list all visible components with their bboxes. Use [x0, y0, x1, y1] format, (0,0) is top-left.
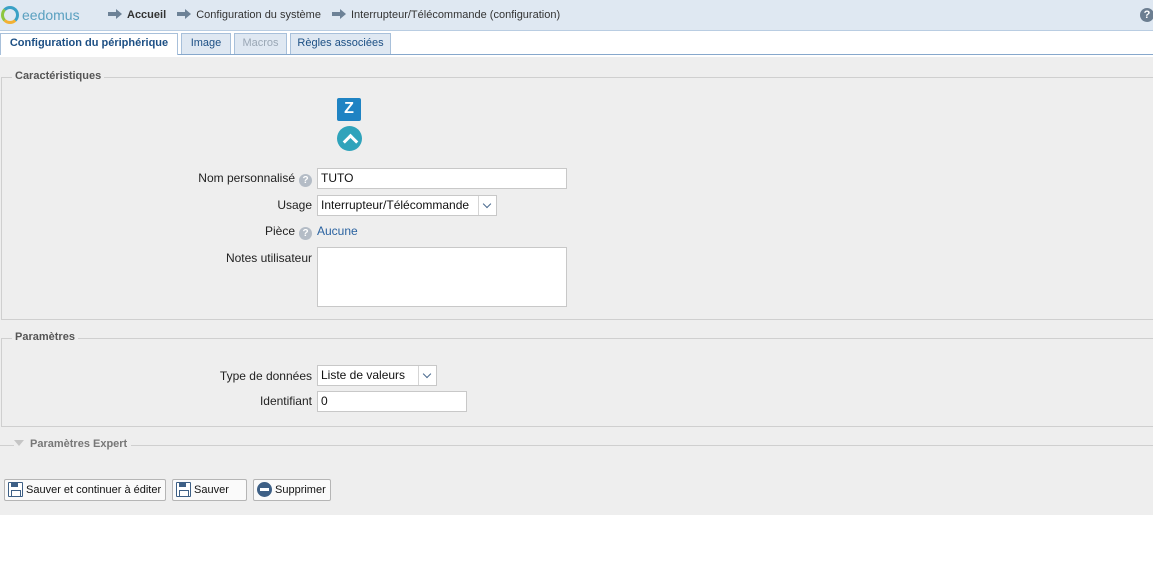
logo-text: eedomus: [22, 7, 80, 23]
expert-section: Paramètres Expert: [0, 438, 1153, 450]
arrow-right-icon: [332, 9, 347, 19]
name-label-row: Nom personnalisé?: [198, 171, 312, 187]
tab-macros: Macros: [234, 33, 287, 54]
triangle-down-icon: [14, 440, 24, 446]
room-label: Pièce: [264, 224, 295, 238]
floppy-disk-icon: [176, 482, 191, 497]
name-input[interactable]: TUTO: [317, 168, 567, 189]
tab-bar: Configuration du périphérique Image Macr…: [0, 32, 1153, 55]
delete-button[interactable]: Supprimer: [253, 479, 331, 501]
identifier-input[interactable]: 0: [317, 391, 467, 412]
save-continue-label: Sauver et continuer à éditer: [26, 484, 162, 496]
help-icon[interactable]: ?: [299, 174, 312, 187]
characteristics-legend: Caractéristiques: [12, 70, 105, 82]
save-continue-button[interactable]: Sauver et continuer à éditer: [4, 479, 166, 501]
data-type-select-value: Liste de valeurs: [321, 368, 406, 382]
tab-device-config[interactable]: Configuration du périphérique: [0, 33, 178, 55]
zwave-icon: Z: [337, 98, 361, 121]
breadcrumb-system-config[interactable]: Configuration du système: [196, 9, 321, 21]
save-button[interactable]: Sauver: [172, 479, 247, 501]
identifier-label: Identifiant: [259, 394, 312, 408]
parameters-section: Paramètres: [1, 331, 1153, 427]
usage-label: Usage: [277, 198, 312, 212]
notes-textarea[interactable]: [317, 247, 567, 307]
room-label-row: Pièce?: [265, 224, 312, 240]
arrow-right-icon: [177, 9, 192, 19]
data-type-label: Type de données: [219, 369, 312, 383]
breadcrumb-current: Interrupteur/Télécommande (configuration…: [351, 9, 561, 21]
usage-select-value: Interrupteur/Télécommande: [321, 198, 470, 212]
help-icon[interactable]: ?: [299, 227, 312, 240]
save-label: Sauver: [194, 484, 229, 496]
main-panel: Caractéristiques Z Nom personnalisé? TUT…: [0, 57, 1153, 515]
arrow-right-icon: [108, 9, 123, 19]
delete-label: Supprimer: [275, 484, 326, 496]
chevron-down-icon: [478, 196, 496, 215]
help-icon[interactable]: ?: [1140, 8, 1153, 22]
usage-select[interactable]: Interrupteur/Télécommande: [317, 195, 497, 216]
characteristics-section: Caractéristiques: [1, 70, 1153, 320]
name-label: Nom personnalisé: [198, 171, 295, 185]
eedomus-logo[interactable]: eedomus: [0, 5, 90, 27]
chevron-down-icon: [418, 366, 436, 385]
notes-label: Notes utilisateur: [225, 251, 312, 265]
breadcrumb: Accueil Configuration du système Interru…: [108, 9, 568, 23]
top-bar: eedomus Accueil Configuration du système…: [0, 0, 1153, 31]
tab-rules[interactable]: Règles associées: [290, 33, 391, 54]
expert-toggle[interactable]: Paramètres Expert: [14, 438, 132, 450]
logo-ring-icon: [1, 6, 19, 24]
floppy-disk-icon: [8, 482, 23, 497]
minus-circle-icon: [257, 482, 272, 497]
room-link[interactable]: Aucune: [317, 224, 358, 238]
expert-legend-label: Paramètres Expert: [30, 438, 128, 450]
breadcrumb-home[interactable]: Accueil: [127, 9, 166, 21]
chevron-up-icon[interactable]: [337, 126, 362, 151]
data-type-select[interactable]: Liste de valeurs: [317, 365, 437, 386]
tab-image[interactable]: Image: [181, 33, 231, 54]
parameters-legend: Paramètres: [12, 331, 78, 343]
